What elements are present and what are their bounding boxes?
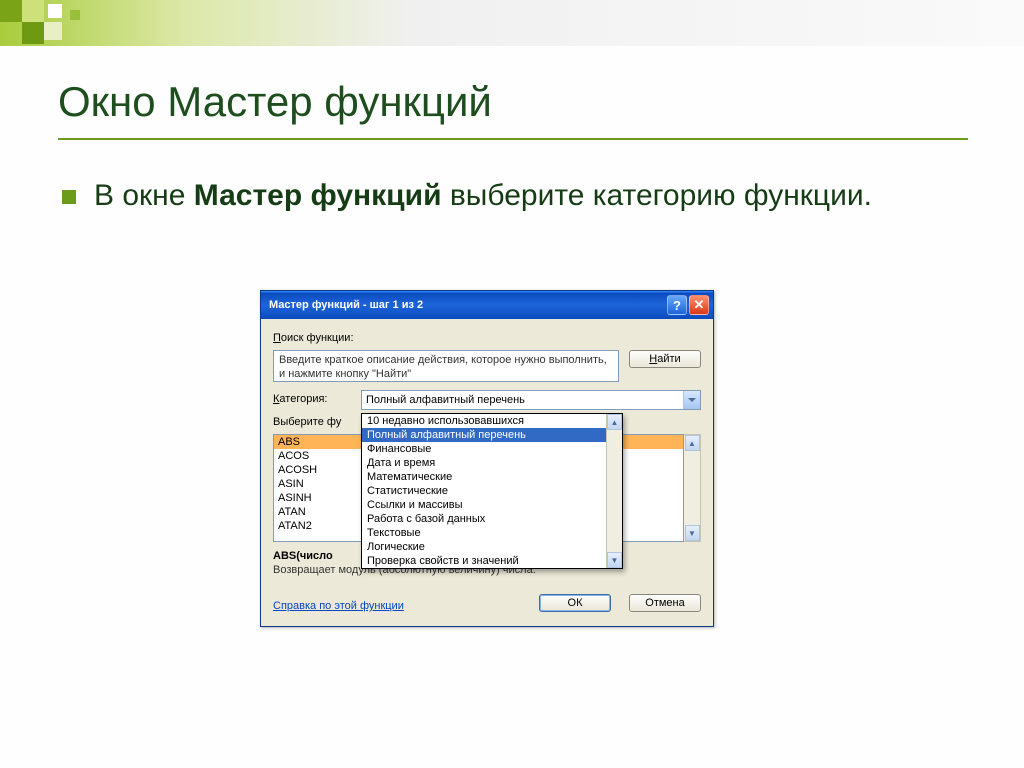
- category-value: Полный алфавитный перечень: [366, 394, 525, 406]
- category-dropdown[interactable]: 10 недавно использовавшихся Полный алфав…: [361, 413, 623, 569]
- scroll-down-icon[interactable]: ▼: [685, 525, 700, 541]
- dropdown-item[interactable]: Математические: [362, 470, 606, 484]
- dialog-title: Мастер функций - шаг 1 из 2: [269, 299, 423, 311]
- dropdown-items: 10 недавно использовавшихся Полный алфав…: [362, 414, 606, 568]
- dropdown-item[interactable]: Текстовые: [362, 526, 606, 540]
- dropdown-item[interactable]: Полный алфавитный перечень: [362, 428, 606, 442]
- slide: Окно Мастер функций В окне Мастер функци…: [0, 0, 1024, 768]
- ok-button[interactable]: ОК: [539, 594, 611, 612]
- dialog-titlebar[interactable]: Мастер функций - шаг 1 из 2 ? ✕: [261, 291, 713, 319]
- dropdown-item[interactable]: Финансовые: [362, 442, 606, 456]
- dropdown-item[interactable]: Работа с базой данных: [362, 512, 606, 526]
- slide-body: В окне Мастер функций выберите категорию…: [94, 176, 872, 217]
- deco-square: [70, 10, 80, 20]
- deco-square: [22, 22, 44, 44]
- function-wizard-dialog: Мастер функций - шаг 1 из 2 ? ✕ Поиск фу…: [260, 290, 714, 627]
- search-input[interactable]: Введите краткое описание действия, котор…: [273, 350, 619, 382]
- search-label: Поиск функции:: [273, 329, 361, 344]
- dropdown-scrollbar[interactable]: ▲ ▼: [606, 414, 622, 568]
- title-underline: [58, 138, 968, 140]
- dialog-body: Поиск функции: Введите краткое описание …: [261, 319, 713, 626]
- cancel-button[interactable]: Отмена: [629, 594, 701, 612]
- close-button[interactable]: ✕: [689, 295, 709, 315]
- scroll-up-icon[interactable]: ▲: [607, 414, 622, 430]
- deco-square: [0, 0, 22, 22]
- help-link[interactable]: Справка по этой функции: [273, 600, 404, 612]
- scroll-up-icon[interactable]: ▲: [685, 435, 700, 451]
- dropdown-item[interactable]: Проверка свойств и значений: [362, 554, 606, 568]
- body-text-bold: Мастер функций: [194, 179, 442, 212]
- chevron-down-icon[interactable]: [683, 391, 700, 409]
- close-icon: ✕: [694, 297, 705, 313]
- question-icon: ?: [673, 298, 681, 313]
- help-button[interactable]: ?: [667, 295, 687, 315]
- body-text-prefix: В окне: [94, 179, 194, 212]
- category-label: Категория:: [273, 390, 361, 405]
- scroll-down-icon[interactable]: ▼: [607, 552, 622, 568]
- decoration-bar: [0, 0, 1024, 46]
- bullet-icon: [62, 190, 76, 204]
- dropdown-item[interactable]: Логические: [362, 540, 606, 554]
- dropdown-item[interactable]: 10 недавно использовавшихся: [362, 414, 606, 428]
- scrollbar[interactable]: ▲ ▼: [684, 434, 701, 542]
- deco-square: [44, 22, 62, 40]
- body-text-suffix: выберите категорию функции.: [442, 179, 872, 212]
- dropdown-item[interactable]: Статистические: [362, 484, 606, 498]
- deco-square: [48, 4, 62, 18]
- select-function-label: Выберите фу: [273, 416, 341, 428]
- find-button[interactable]: Найти: [629, 350, 701, 368]
- deco-square: [22, 0, 44, 22]
- dropdown-item[interactable]: Дата и время: [362, 456, 606, 470]
- slide-title: Окно Мастер функций: [58, 78, 492, 126]
- category-combo[interactable]: Полный алфавитный перечень: [361, 390, 701, 410]
- dropdown-item[interactable]: Ссылки и массивы: [362, 498, 606, 512]
